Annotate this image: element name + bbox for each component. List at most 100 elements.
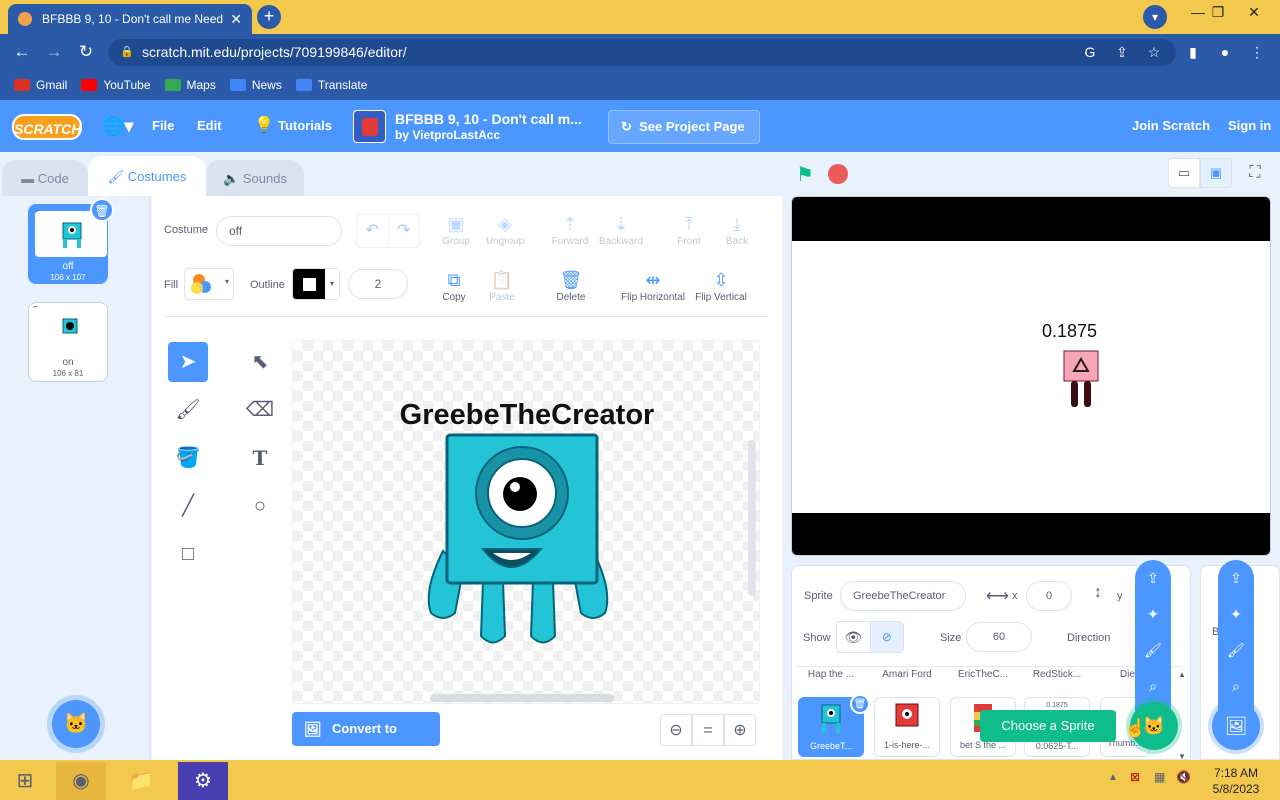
group-button[interactable]: ▣ Group (436, 212, 476, 247)
scratch-logo[interactable]: SCRATCH (12, 114, 82, 140)
google-icon[interactable]: G (1079, 41, 1101, 63)
surprise-sparkle-icon[interactable]: ✦ (1218, 596, 1254, 632)
upload-sprite-icon[interactable]: ⇪ (1135, 560, 1171, 596)
bookmark-translate[interactable]: Translate (295, 78, 367, 92)
volume-muted-icon[interactable]: 🔇 (1176, 770, 1191, 784)
select-tool-icon[interactable]: ➤ (168, 342, 208, 382)
delete-sprite-icon[interactable]: 🗑 (850, 694, 870, 714)
zoom-in-icon[interactable]: ⊕ (724, 714, 756, 746)
search-icon[interactable]: ⌕ (1218, 668, 1254, 704)
zoom-out-icon[interactable]: ⊖ (660, 714, 692, 746)
chrome-icon[interactable]: ◉ (56, 762, 106, 800)
copy-button[interactable]: ⧉ Copy (434, 268, 474, 303)
undo-icon[interactable]: ↶ (357, 215, 388, 247)
paint-canvas[interactable]: GreebeTheCreator (292, 340, 760, 704)
settings-gear-icon[interactable]: ⚙ (178, 762, 228, 800)
language-globe-icon[interactable]: 🌐▾ (102, 100, 133, 152)
choose-backdrop-button[interactable]: 🖼 (1212, 702, 1260, 750)
network-icon[interactable]: ▦ (1154, 770, 1165, 784)
delete-costume-icon[interactable]: 🗑 (90, 198, 114, 222)
large-stage-icon[interactable]: ▣ (1200, 158, 1232, 188)
redo-icon[interactable]: ↷ (387, 215, 420, 247)
bookmark-news[interactable]: News (229, 78, 282, 92)
reshape-tool-icon[interactable]: ⬉ (240, 342, 280, 382)
fullscreen-icon[interactable]: ⛶ (1240, 158, 1270, 188)
size-input[interactable]: 60 (966, 622, 1032, 652)
side-panel-icon[interactable]: ▮ (1182, 41, 1204, 63)
front-button[interactable]: ⤒ Front (670, 212, 708, 247)
menu-kebab-icon[interactable]: ⋮ (1246, 41, 1268, 63)
reload-icon[interactable]: ↻ (74, 40, 98, 64)
close-tab-icon[interactable]: ✕ (230, 11, 242, 28)
paint-brush-icon[interactable]: 🖌 (1135, 632, 1171, 668)
costume-name-input[interactable]: off (216, 216, 342, 246)
brush-tool-icon[interactable]: 🖌 (168, 390, 208, 430)
delete-button[interactable]: 🗑 Delete (550, 268, 592, 303)
sign-in-link[interactable]: Sign in (1228, 100, 1271, 152)
see-project-page-button[interactable]: ↻ See Project Page (608, 110, 760, 144)
small-stage-icon[interactable]: ▭ (1168, 158, 1200, 188)
file-menu[interactable]: File (152, 100, 174, 152)
network-error-icon[interactable]: ⊠ (1130, 770, 1140, 784)
tab-search-button[interactable]: ▾ (1143, 5, 1167, 29)
tab-costumes[interactable]: 🖌 Costumes (88, 156, 206, 196)
ungroup-button[interactable]: ◈ Ungroup (482, 212, 528, 247)
file-explorer-icon[interactable]: 📁 (116, 762, 166, 800)
join-scratch-link[interactable]: Join Scratch (1132, 100, 1210, 152)
flip-vertical-button[interactable]: ⇳ Flip Vertical (692, 268, 750, 303)
flip-horizontal-button[interactable]: ⇹ Flip Horizontal (618, 268, 688, 303)
eye-icon[interactable]: 👁 (837, 622, 870, 652)
stop-icon[interactable] (828, 164, 848, 184)
tab-code[interactable]: ▬ Code (2, 160, 88, 196)
paint-brush-icon[interactable]: 🖌 (1218, 632, 1254, 668)
outline-color-picker[interactable]: ▾ (292, 268, 340, 300)
upload-backdrop-icon[interactable]: ⇪ (1218, 560, 1254, 596)
text-tool-icon[interactable]: T (240, 438, 280, 478)
canvas-horizontal-scrollbar[interactable] (430, 694, 614, 702)
sprite-tile[interactable]: 1-is-here-... (874, 697, 940, 757)
convert-to-bitmap-button[interactable]: 🖼Convert to Bitmap (292, 712, 440, 770)
surprise-sparkle-icon[interactable]: ✦ (1135, 596, 1171, 632)
edit-menu[interactable]: Edit (197, 100, 222, 152)
back-button[interactable]: ⤓ Back (718, 212, 756, 247)
scroll-up-arrow-icon[interactable]: ▲ (1178, 670, 1186, 679)
fill-color-picker[interactable]: ▾ (184, 268, 234, 300)
project-title[interactable]: BFBBB 9, 10 - Don't call m... (395, 111, 582, 127)
new-tab-button[interactable]: + (257, 5, 281, 29)
outline-width-input[interactable]: 2 (348, 269, 408, 299)
line-tool-icon[interactable]: ╱ (168, 486, 208, 526)
bookmark-star-icon[interactable]: ☆ (1143, 41, 1165, 63)
forward-arrow-icon[interactable]: → (42, 40, 66, 64)
circle-tool-icon[interactable]: ○ (240, 486, 280, 526)
add-costume-button[interactable]: 🐱 (52, 700, 100, 748)
sprite-name-input[interactable]: GreebeTheCreator (840, 581, 966, 611)
show-hidden-icons-icon[interactable]: ▲ (1108, 772, 1118, 783)
tutorials-button[interactable]: Tutorials (278, 100, 332, 152)
stage[interactable]: 0.1875 (791, 196, 1271, 556)
zoom-reset-button[interactable]: = (692, 714, 724, 746)
search-icon[interactable]: ⌕ (1135, 668, 1171, 704)
windows-start-icon[interactable]: ⊞ (0, 762, 50, 800)
fill-tool-icon[interactable]: 🪣 (168, 438, 208, 478)
taskbar-clock[interactable]: 7:18 AM 5/8/2023 (1200, 765, 1272, 797)
browser-tab[interactable]: BFBBB 9, 10 - Don't call me Need ✕ (8, 4, 252, 34)
close-window-button[interactable]: ✕ (1236, 0, 1272, 26)
x-input[interactable]: 0 (1026, 581, 1072, 611)
url-bar[interactable]: 🔒 scratch.mit.edu/projects/709199846/edi… (108, 39, 1176, 66)
paste-button[interactable]: 📋 Paste (482, 268, 522, 303)
forward-button[interactable]: ⇡ Forward (548, 212, 592, 247)
eye-hidden-icon[interactable]: ⊘ (869, 622, 903, 652)
rectangle-tool-icon[interactable]: □ (168, 534, 208, 574)
tab-sounds[interactable]: 🔈 Sounds (206, 160, 304, 196)
green-flag-icon[interactable]: ⚑ (796, 162, 814, 187)
restore-button[interactable]: ❐ (1200, 0, 1236, 26)
canvas-vertical-scrollbar[interactable] (748, 440, 756, 596)
share-icon[interactable]: ⇪ (1111, 41, 1133, 63)
bookmark-maps[interactable]: Maps (164, 78, 216, 92)
costume-item-on[interactable]: 2 on 106 x 81 (28, 302, 108, 382)
backward-button[interactable]: ⇣ Backward (596, 212, 646, 247)
bookmark-youtube[interactable]: YouTube (81, 78, 151, 92)
back-arrow-icon[interactable]: ← (10, 40, 34, 64)
bookmark-gmail[interactable]: Gmail (14, 78, 67, 92)
eraser-tool-icon[interactable]: ⌫ (240, 390, 280, 430)
